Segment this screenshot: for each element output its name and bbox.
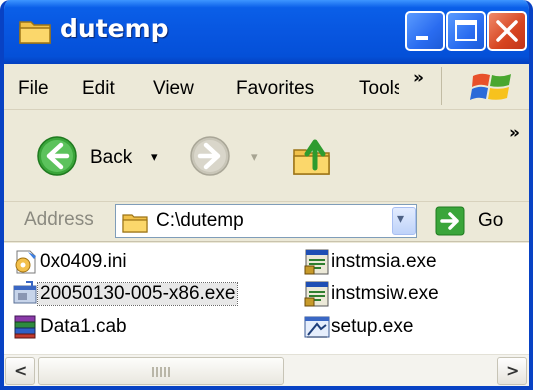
scrollbar-thumb[interactable] [38, 357, 284, 385]
address-field[interactable]: C:\dutemp ▾ [115, 204, 417, 238]
setup-icon [304, 316, 330, 338]
file-name[interactable]: 20050130-005-x86.exe [36, 282, 239, 306]
minimize-icon [416, 36, 428, 40]
minimize-button[interactable] [405, 11, 445, 51]
list-item[interactable]: 0x0409.ini [12, 248, 232, 276]
list-item[interactable]: instmsia.exe [303, 248, 503, 276]
file-name[interactable]: setup.exe [331, 316, 413, 338]
maximize-button[interactable] [446, 11, 486, 51]
scroll-right-button[interactable]: > [497, 357, 527, 385]
address-value[interactable]: C:\dutemp [156, 210, 244, 232]
menu-view[interactable]: View [153, 78, 194, 100]
msi-installer-icon [304, 281, 329, 307]
address-bar: Address C:\dutemp ▾ Go [4, 202, 529, 242]
list-item-selected[interactable]: 20050130-005-x86.exe [12, 280, 292, 308]
file-name[interactable]: Data1.cab [40, 316, 127, 338]
scroll-left-button[interactable]: < [5, 357, 35, 385]
exe-installer-icon [13, 281, 37, 304]
title-bar[interactable]: dutemp [4, 0, 529, 64]
menu-separator [441, 67, 442, 105]
menu-edit[interactable]: Edit [82, 78, 115, 100]
close-icon [496, 20, 518, 42]
back-button-label[interactable]: Back [90, 147, 132, 169]
list-item[interactable]: Data1.cab [12, 313, 232, 341]
chevron-right-icon: > [506, 361, 520, 380]
menu-overflow-chevron[interactable]: » [413, 68, 424, 88]
list-item[interactable]: instmsiw.exe [303, 280, 503, 308]
forward-dropdown-icon: ▾ [251, 150, 258, 165]
window-title: dutemp [60, 14, 169, 43]
address-label: Address [24, 209, 94, 230]
file-list: 0x0409.ini 20050130-005-x86.exe Data1.ca… [4, 243, 529, 354]
go-button-label[interactable]: Go [478, 210, 503, 232]
explorer-window: dutemp File Edit View Favorites Tools » [0, 0, 533, 390]
maximize-icon [455, 20, 477, 41]
folder-up-icon[interactable] [291, 134, 335, 178]
ini-settings-icon [15, 250, 36, 274]
file-name[interactable]: 0x0409.ini [40, 251, 127, 273]
file-name[interactable]: instmsiw.exe [331, 283, 439, 305]
address-dropdown-button[interactable]: ▾ [392, 207, 416, 235]
menu-tools[interactable]: Tools [359, 78, 399, 100]
msi-installer-icon [304, 249, 329, 275]
close-button[interactable] [487, 11, 527, 51]
cab-archive-icon [14, 315, 36, 339]
menu-bar: File Edit View Favorites Tools » [4, 64, 529, 110]
menu-file[interactable]: File [18, 78, 49, 100]
windows-logo-icon [470, 73, 511, 100]
scrollbar-grip [152, 367, 170, 377]
list-item[interactable]: setup.exe [303, 313, 503, 341]
chevron-left-icon: < [14, 361, 28, 380]
file-name[interactable]: instmsia.exe [331, 251, 437, 273]
chevron-down-icon: ▾ [397, 211, 405, 227]
back-dropdown-icon[interactable]: ▾ [151, 150, 158, 165]
toolbar-overflow-chevron[interactable]: » [509, 123, 520, 143]
forward-arrow-icon[interactable] [189, 135, 231, 177]
folder-icon [122, 214, 148, 233]
menu-favorites[interactable]: Favorites [236, 78, 314, 100]
folder-icon [19, 21, 51, 44]
go-arrow-icon[interactable] [435, 206, 465, 236]
toolbar: Back ▾ ▾ » [4, 110, 529, 202]
back-arrow-icon[interactable] [36, 135, 78, 177]
horizontal-scrollbar[interactable]: < > [4, 354, 529, 386]
